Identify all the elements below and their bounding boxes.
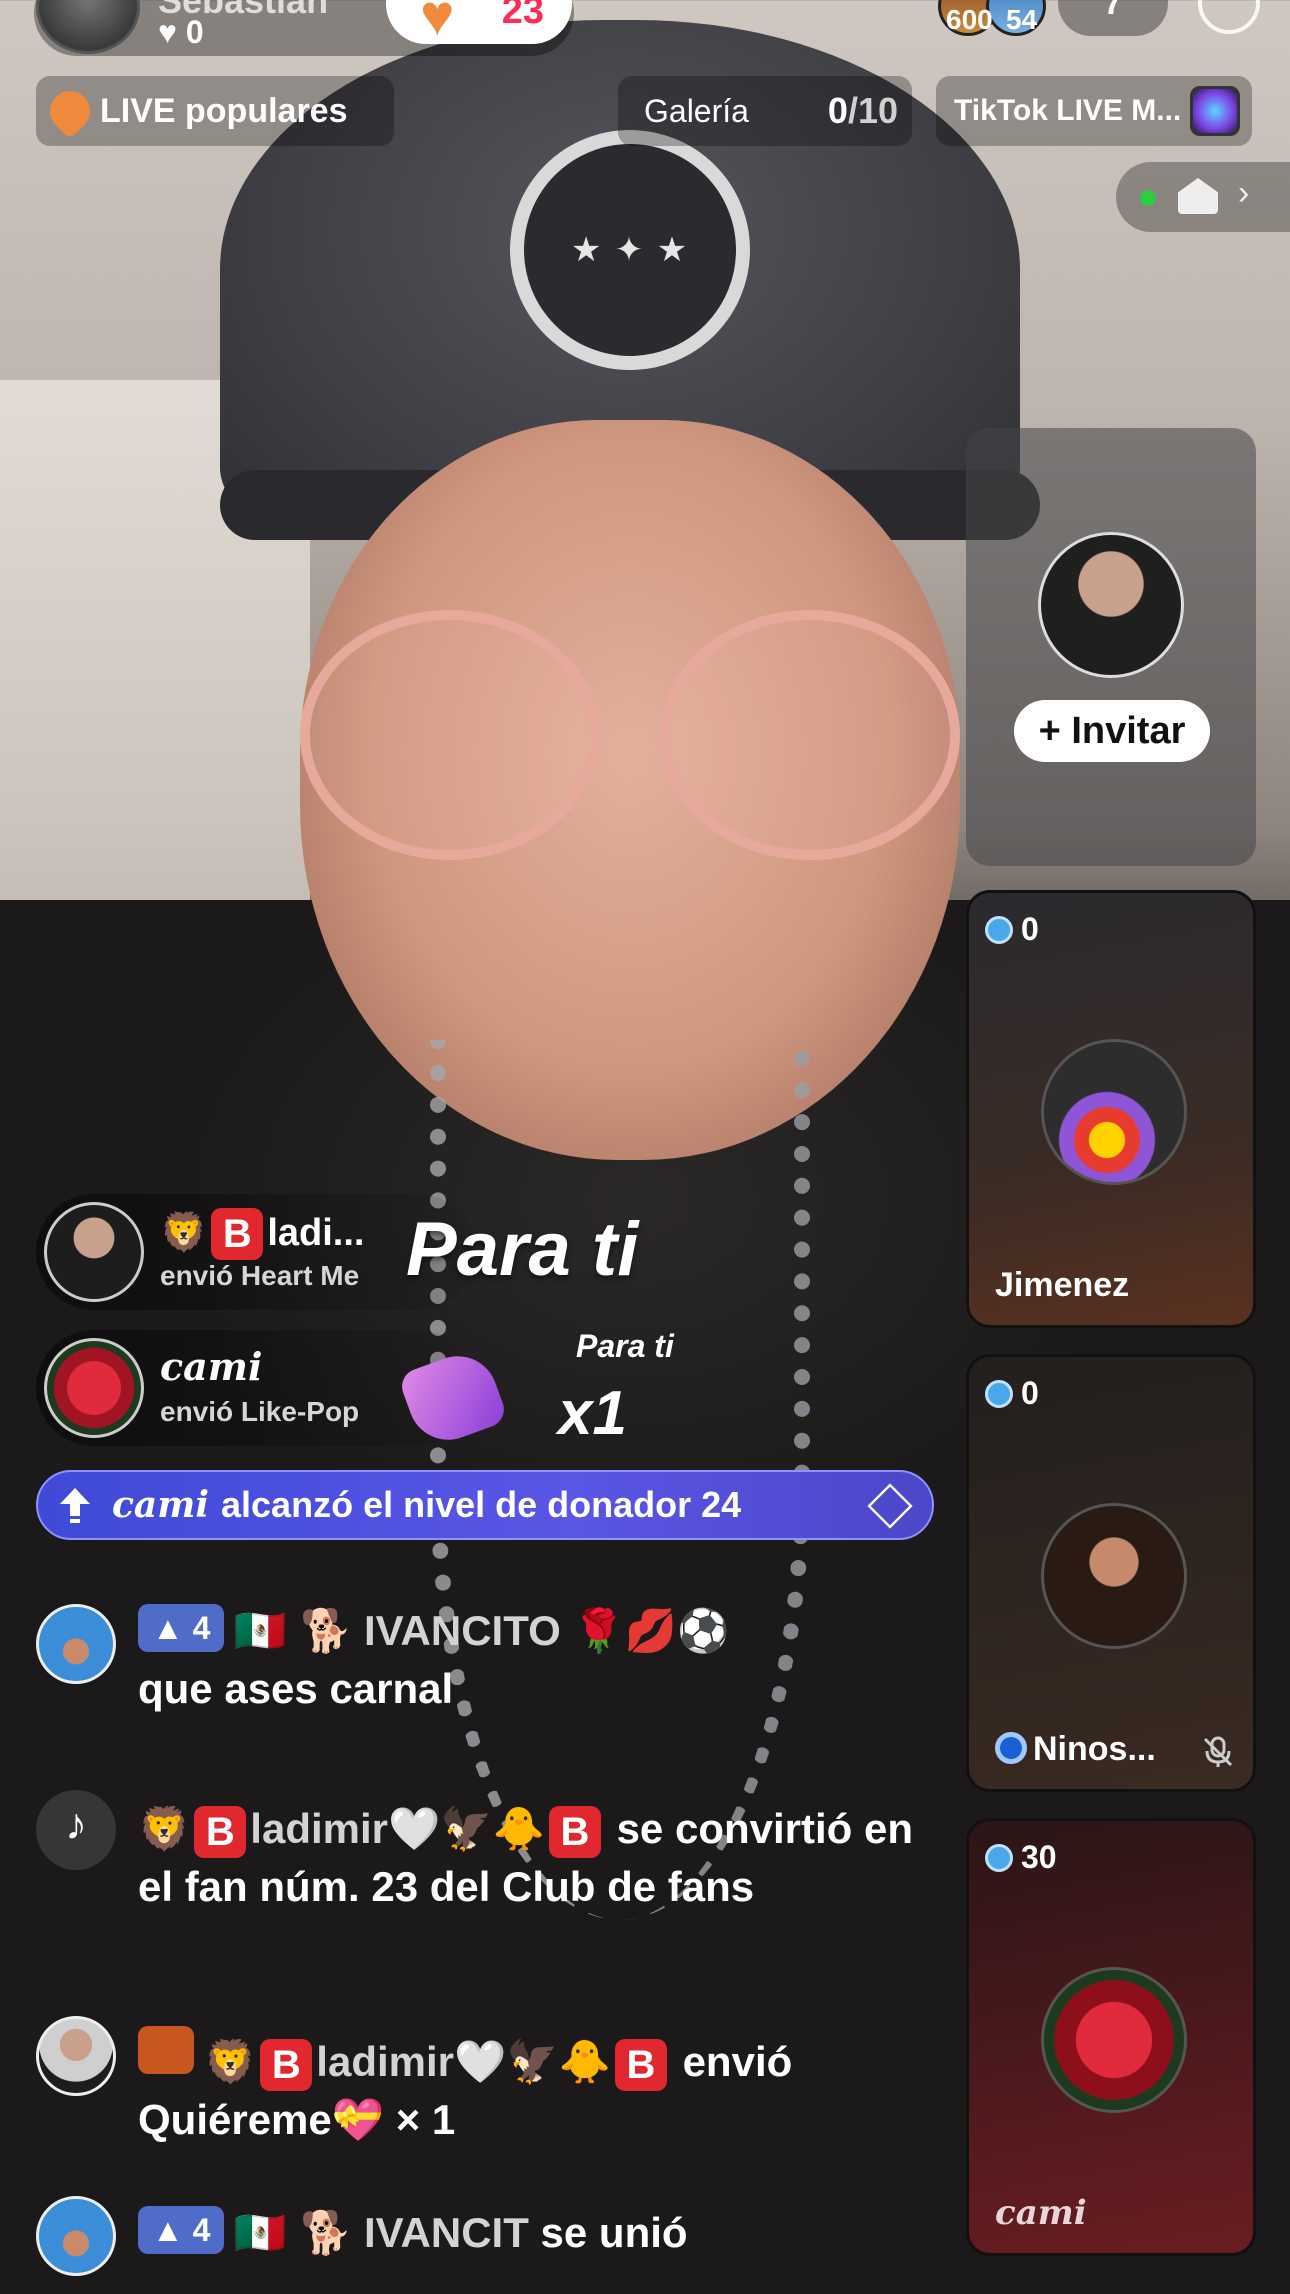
- gift-sender-avatar[interactable]: [44, 1338, 144, 1438]
- guest-score: 30: [985, 1839, 1057, 1876]
- follow-button[interactable]: 23: [386, 0, 572, 44]
- chat-text: se unió: [540, 2209, 688, 2256]
- guest-name: cami: [995, 2193, 1087, 2233]
- gem-icon: [867, 1483, 913, 1529]
- guest-name: Ninos...: [1033, 1730, 1156, 1768]
- chat-message: ▲ 4 🇲🇽 🐕 IVANCITO 🌹💋⚽ que ases carnal: [138, 1604, 730, 1712]
- diamond-icon: [985, 1843, 1013, 1872]
- donor-user: cami: [112, 1484, 210, 1526]
- diamond-icon: [985, 1379, 1013, 1408]
- viewer-ranking-button[interactable]: 7: [1058, 0, 1168, 36]
- chat-message: ▲ 4 🇲🇽 🐕 IVANCIT se unió: [138, 2204, 938, 2262]
- donor-level-text: alcanzó el nivel de donador 24: [221, 1484, 742, 1525]
- stream-controls[interactable]: ›: [1116, 162, 1290, 232]
- guest-card-3[interactable]: 30 cami: [966, 1818, 1256, 2256]
- gift-count: × 1: [395, 2096, 456, 2143]
- tiktok-live-button[interactable]: TikTok LIVE M...: [936, 76, 1252, 146]
- arrow-up-icon: [60, 1488, 90, 1523]
- guest-avatar[interactable]: [1041, 1967, 1187, 2113]
- guest-score: 0: [985, 1375, 1039, 1412]
- home-icon[interactable]: [1178, 178, 1218, 214]
- follow-count: 23: [501, 0, 544, 32]
- eye-icon: [995, 1732, 1027, 1764]
- chat-username[interactable]: ladimir: [250, 1805, 388, 1852]
- chat-message: 🦁 Bladimir🤍🦅🐥 B se convirtió en el fan núm…: [138, 1804, 913, 1910]
- gift-para-ti-title: Para ti: [406, 1207, 639, 1292]
- status-dot-icon: [1140, 190, 1156, 206]
- chat-message: 🦁 Bladimir🤍🦅🐥 B envió Quiéreme💝 × 1: [138, 2026, 938, 2149]
- gift-action: envió Heart Me: [160, 1260, 360, 1291]
- host-likes: ♥ 0: [158, 14, 204, 50]
- mic-muted-icon[interactable]: [1201, 1735, 1235, 1769]
- viewer-count-first: 600: [946, 4, 993, 35]
- gift-sender-name: cami: [160, 1344, 263, 1389]
- viewer-count-second: 54: [1006, 4, 1038, 35]
- gift-sender-name: 🦁 Bladi...: [160, 1208, 364, 1260]
- streamer-face: [300, 420, 960, 1160]
- heart-icon: ♥: [420, 0, 455, 48]
- live-popular-button[interactable]: LIVE populares: [36, 76, 394, 146]
- chat-username[interactable]: IVANCITO: [364, 1607, 561, 1654]
- gift-para-ti-label: Para ti: [576, 1328, 674, 1364]
- guest-name: Jimenez: [995, 1266, 1130, 1304]
- guest-score-value: 0: [1021, 1375, 1039, 1411]
- invite-button[interactable]: + Invitar: [1014, 700, 1210, 762]
- gift-name: Quiéreme: [138, 2096, 332, 2143]
- level-badge: ▲ 4: [138, 2206, 225, 2254]
- invite-card[interactable]: + Invitar: [966, 428, 1256, 866]
- gallery-total: /10: [847, 90, 898, 131]
- live-popular-label: LIVE populares: [100, 91, 348, 130]
- popular-heart-icon: [41, 82, 99, 140]
- cap-logo: [510, 130, 750, 370]
- gift-action: envió Like-Pop: [160, 1396, 360, 1427]
- donor-level-banner: cami alcanzó el nivel de donador 24: [36, 1470, 934, 1540]
- level-badge: ▲ 4: [138, 1604, 225, 1652]
- tiktok-live-label: TikTok LIVE M...: [954, 94, 1182, 127]
- guest-card-1[interactable]: 0 Jimenez: [966, 890, 1256, 1328]
- chevron-right-icon[interactable]: ›: [1238, 174, 1249, 213]
- gallery-count: 0: [827, 90, 848, 131]
- guest-score-value: 30: [1021, 1839, 1057, 1875]
- chat-avatar[interactable]: [36, 2016, 116, 2096]
- diamond-icon: [985, 915, 1013, 944]
- guest-avatar[interactable]: [1041, 1503, 1187, 1649]
- chat-avatar[interactable]: [36, 2196, 116, 2276]
- invite-avatar: [1038, 532, 1184, 678]
- guest-score: 0: [985, 911, 1039, 948]
- chat-avatar[interactable]: [36, 1604, 116, 1684]
- gallery-label: Galería: [644, 92, 749, 129]
- fan-heart-badge: [138, 2026, 194, 2074]
- tiktok-logo-icon: ♪: [36, 1790, 116, 1870]
- chat-username[interactable]: ladimir: [316, 2038, 454, 2085]
- gift-sender-avatar[interactable]: [44, 1202, 144, 1302]
- close-icon[interactable]: [1198, 0, 1260, 34]
- gift-combo-count: x1: [558, 1379, 627, 1448]
- chat-username[interactable]: IVANCIT: [364, 2209, 529, 2256]
- chat-text: que ases carnal: [138, 1665, 454, 1712]
- gallery-button[interactable]: Galería 0/10: [618, 76, 912, 146]
- guest-card-2[interactable]: 0 Ninos...: [966, 1354, 1256, 1792]
- guest-avatar[interactable]: [1041, 1039, 1187, 1185]
- guest-score-value: 0: [1021, 911, 1039, 947]
- guest-name-row: Ninos...: [995, 1730, 1156, 1769]
- tiktok-live-icon: [1190, 86, 1240, 136]
